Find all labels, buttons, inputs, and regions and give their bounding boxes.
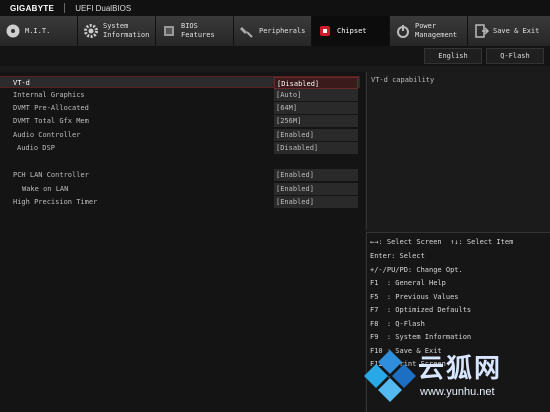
tab-label: Power Management bbox=[415, 22, 458, 39]
setting-value[interactable]: [Disabled] bbox=[274, 77, 358, 89]
title-bar: GIGABYTE UEFI DualBIOS bbox=[0, 0, 550, 16]
setting-row-audio-controller[interactable]: Audio Controller [Enabled] bbox=[0, 129, 360, 141]
title-divider bbox=[64, 3, 66, 13]
setting-value[interactable]: [Enabled] bbox=[274, 196, 358, 208]
setting-row-vt-d[interactable]: VT-d [Disabled] bbox=[0, 76, 360, 89]
sub-toolbar: English Q-Flash bbox=[0, 46, 550, 66]
setting-label: Audio DSP bbox=[17, 144, 55, 152]
tab-mit[interactable]: M.I.T. bbox=[0, 16, 78, 46]
setting-row-dvmt-total-gfx-mem[interactable]: DVMT Total Gfx Mem [256M] bbox=[0, 115, 360, 127]
setting-value[interactable]: [Disabled] bbox=[274, 142, 358, 154]
setting-label: Wake on LAN bbox=[22, 185, 69, 193]
gear-icon bbox=[83, 23, 99, 39]
tab-bios-features[interactable]: BIOS Features bbox=[156, 16, 234, 46]
tab-chipset[interactable]: Chipset bbox=[312, 16, 390, 46]
key-hint: F5 : Previous Values bbox=[370, 293, 459, 301]
gauge-icon bbox=[5, 23, 21, 39]
setting-value[interactable]: [256M] bbox=[274, 115, 358, 127]
setting-row-dvmt-pre-allocated[interactable]: DVMT Pre-Allocated [64M] bbox=[0, 102, 360, 114]
setting-label: High Precision Timer bbox=[13, 198, 98, 206]
tab-save-exit[interactable]: Save & Exit bbox=[468, 16, 550, 46]
qflash-button[interactable]: Q-Flash bbox=[486, 48, 544, 64]
setting-row-audio-dsp[interactable]: Audio DSP [Disabled] bbox=[0, 142, 360, 154]
language-button[interactable]: English bbox=[424, 48, 482, 64]
tab-label: Save & Exit bbox=[493, 26, 540, 35]
tab-power-management[interactable]: Power Management bbox=[390, 16, 468, 46]
main-tab-bar: M.I.T. System Information BIOS Features … bbox=[0, 16, 550, 46]
setting-value[interactable]: [Enabled] bbox=[274, 169, 358, 181]
setting-row-high-precision-timer[interactable]: High Precision Timer [Enabled] bbox=[0, 196, 360, 208]
setting-label: Audio Controller bbox=[13, 131, 81, 139]
setting-value[interactable]: [Auto] bbox=[274, 89, 358, 101]
tab-label: System Information bbox=[103, 22, 150, 39]
setting-label: DVMT Pre-Allocated bbox=[13, 104, 89, 112]
setting-row-internal-graphics[interactable]: Internal Graphics [Auto] bbox=[0, 89, 360, 101]
watermark-url: www.yunhu.net bbox=[420, 386, 495, 398]
power-icon bbox=[395, 23, 411, 39]
setting-label: DVMT Total Gfx Mem bbox=[13, 117, 89, 125]
help-description: VT-d capability bbox=[371, 76, 435, 84]
help-panel: VT-d capability bbox=[366, 72, 550, 230]
setting-value[interactable]: [64M] bbox=[274, 102, 358, 114]
watermark-title: 云狐网 bbox=[418, 354, 503, 384]
key-hint: F7 : Optimized Defaults bbox=[370, 306, 472, 314]
tab-label: Chipset bbox=[337, 26, 367, 35]
tab-label: M.I.T. bbox=[25, 26, 51, 35]
key-hint: ←→: Select Screen ↑↓: Select Item bbox=[370, 238, 514, 246]
watermark-logo-icon bbox=[364, 350, 416, 402]
watermark: 云狐网 www.yunhu.net bbox=[360, 340, 550, 412]
brand-logo: GIGABYTE bbox=[10, 3, 55, 13]
setting-label: VT-d bbox=[13, 79, 30, 87]
setting-label: PCH LAN Controller bbox=[13, 171, 89, 179]
tab-label: Peripherals bbox=[259, 26, 306, 35]
bios-name: UEFI DualBIOS bbox=[75, 3, 132, 13]
key-hint: +/-/PU/PD: Change Opt. bbox=[370, 266, 463, 274]
tab-peripherals[interactable]: Peripherals bbox=[234, 16, 312, 46]
tab-label: BIOS Features bbox=[181, 22, 215, 39]
key-hint: Enter: Select bbox=[370, 252, 425, 260]
key-hint: F8 : Q-Flash bbox=[370, 320, 425, 328]
chip-icon bbox=[161, 23, 177, 39]
setting-value[interactable]: [Enabled] bbox=[274, 129, 358, 141]
settings-panel: VT-d [Disabled] Internal Graphics [Auto]… bbox=[0, 72, 365, 412]
key-hint: F1 : General Help bbox=[370, 279, 446, 287]
plug-icon bbox=[239, 23, 255, 39]
tab-system-information[interactable]: System Information bbox=[78, 16, 156, 46]
chipset-icon bbox=[317, 23, 333, 39]
setting-row-pch-lan-controller[interactable]: PCH LAN Controller [Enabled] bbox=[0, 169, 360, 181]
door-exit-icon bbox=[473, 23, 489, 39]
setting-value[interactable]: [Enabled] bbox=[274, 183, 358, 195]
setting-row-wake-on-lan[interactable]: Wake on LAN [Enabled] bbox=[0, 183, 360, 195]
setting-label: Internal Graphics bbox=[13, 91, 85, 99]
